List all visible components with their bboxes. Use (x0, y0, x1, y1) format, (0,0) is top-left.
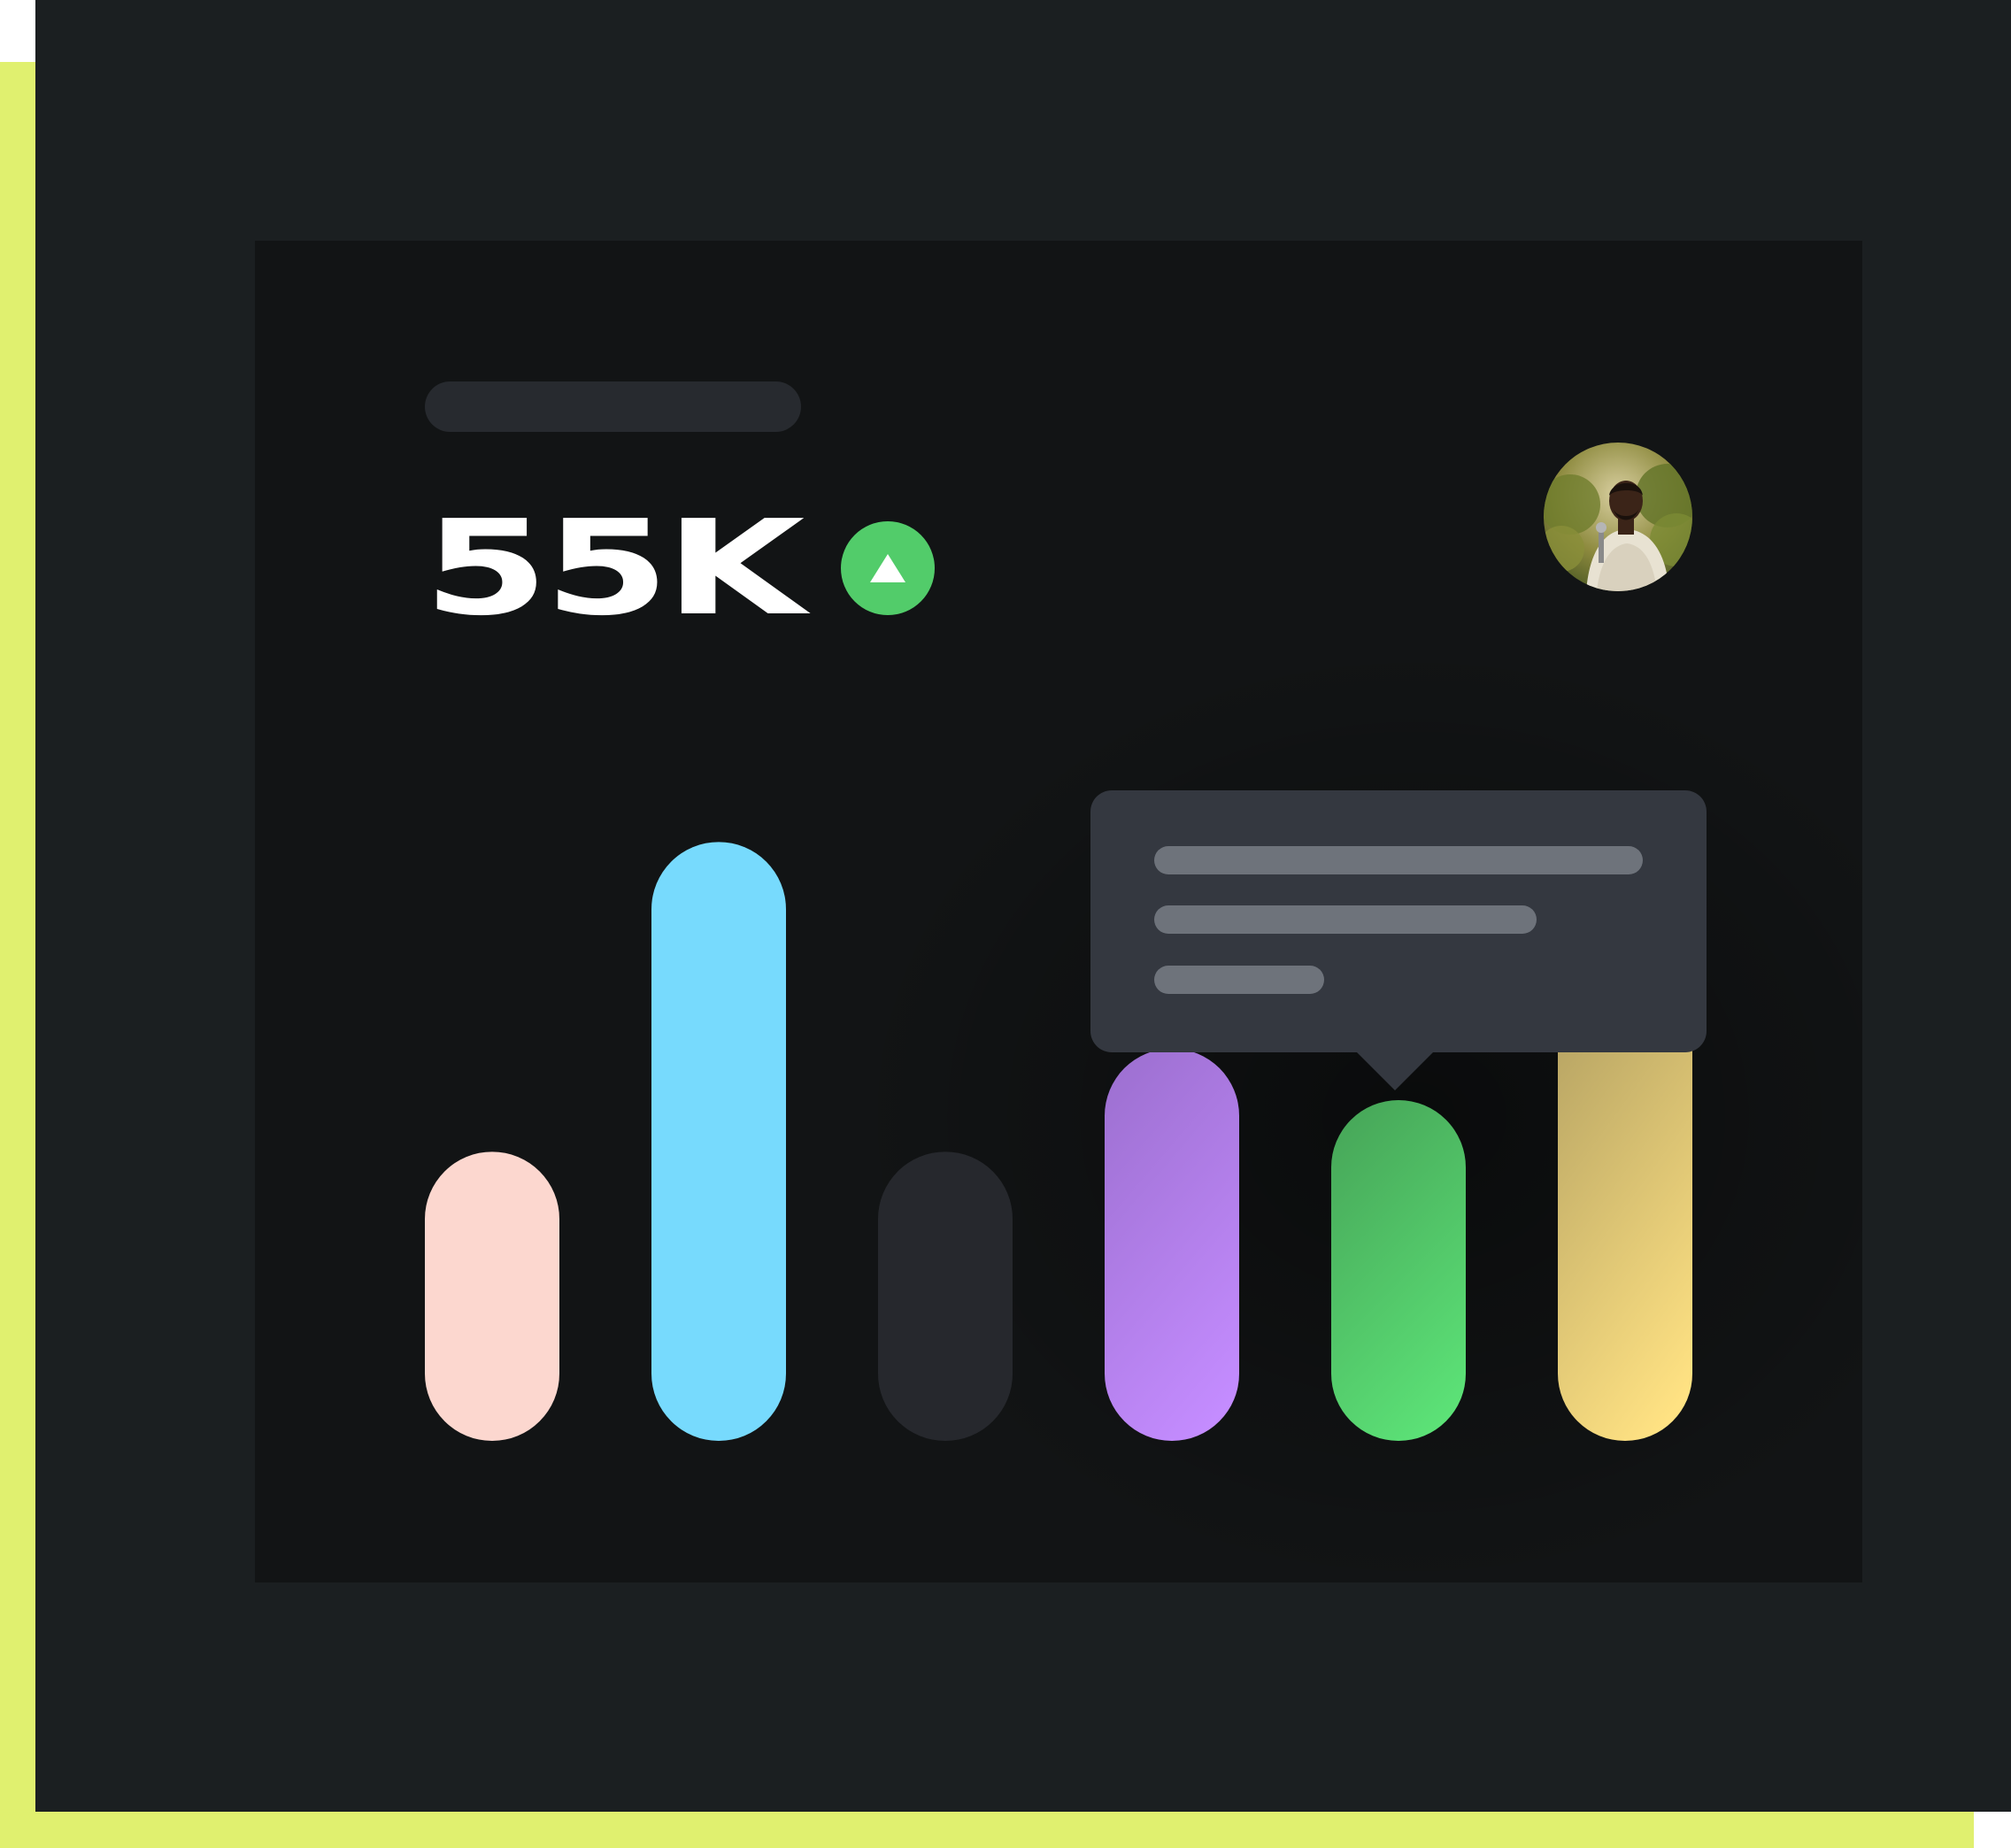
chart-card: 55K (255, 241, 1862, 1582)
chart-bar-4[interactable] (1105, 1048, 1239, 1441)
chart-bar-3[interactable] (878, 1151, 1013, 1441)
tooltip-placeholder-line (1154, 966, 1324, 994)
chart-bar-2[interactable] (651, 842, 786, 1441)
chart-bar-1[interactable] (425, 1151, 559, 1441)
tooltip-placeholder-line (1154, 846, 1643, 874)
tooltip-pointer (1354, 1050, 1436, 1090)
tooltip-placeholder-line (1154, 905, 1537, 934)
outer-panel: 55K (35, 0, 2011, 1812)
chart-bar-5[interactable] (1331, 1100, 1466, 1441)
tooltip (1090, 790, 1707, 1052)
